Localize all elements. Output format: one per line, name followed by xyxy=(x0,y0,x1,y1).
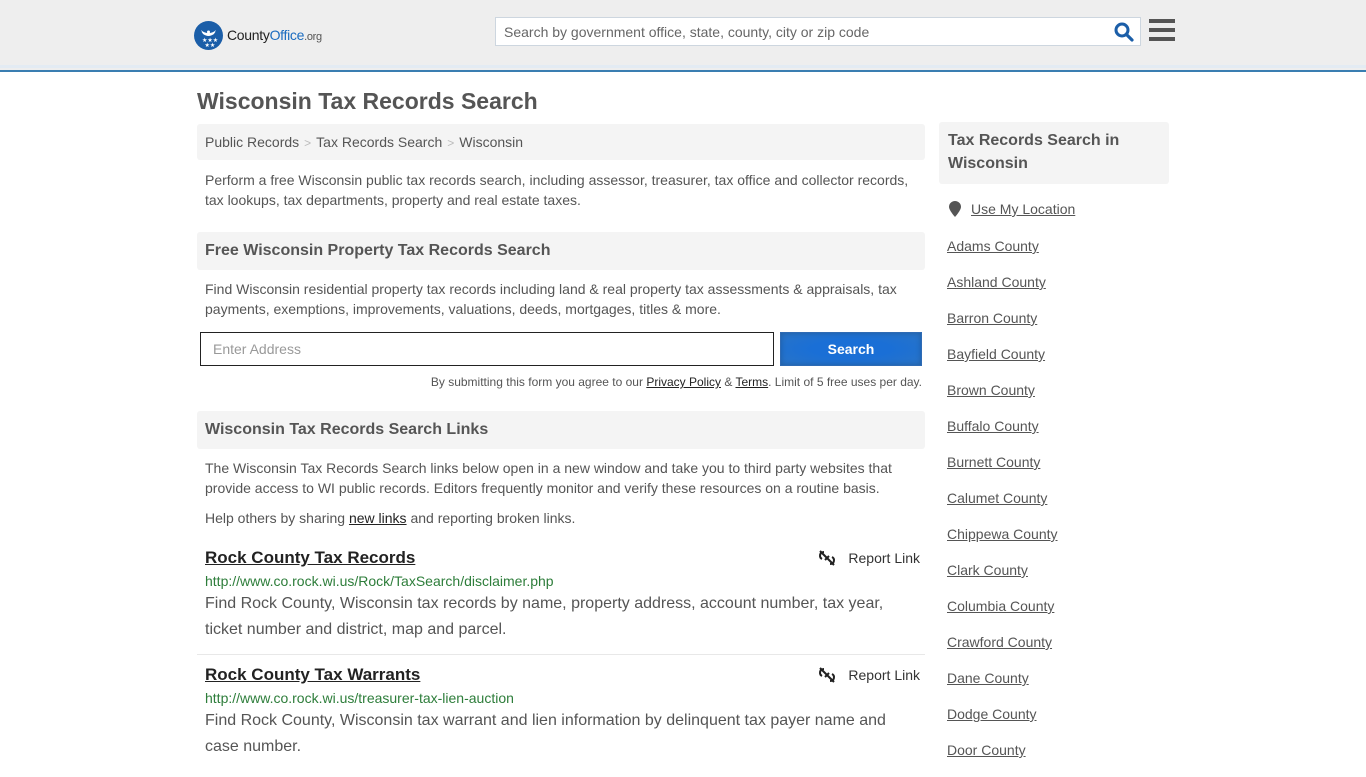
report-link-label: Report Link xyxy=(848,667,920,683)
county-list-item: Crawford County xyxy=(947,633,1058,669)
form-disclaimer: By submitting this form you agree to our… xyxy=(431,375,922,389)
disclaimer-prefix: By submitting this form you agree to our xyxy=(430,375,647,389)
broken-link-icon xyxy=(819,667,836,683)
menu-bar xyxy=(1149,37,1175,41)
links-section-heading: Wisconsin Tax Records Search Links xyxy=(197,411,925,449)
links-section-description: The Wisconsin Tax Records Search links b… xyxy=(205,460,892,496)
county-link[interactable]: Dodge County xyxy=(947,706,1037,722)
county-list-item: Burnett County xyxy=(947,453,1058,489)
county-link[interactable]: Dane County xyxy=(947,670,1029,686)
address-input[interactable] xyxy=(200,332,774,366)
terms-link[interactable]: Terms xyxy=(735,375,768,389)
county-list-item: Ashland County xyxy=(947,273,1058,309)
site-header: ★★★ ★★ CountyOffice.org xyxy=(0,0,1366,72)
privacy-policy-link[interactable]: Privacy Policy xyxy=(646,375,721,389)
county-link[interactable]: Bayfield County xyxy=(947,346,1045,362)
help-prefix: Help others by sharing xyxy=(205,510,349,526)
logo-text-office: Office xyxy=(269,27,305,43)
site-search-input[interactable] xyxy=(496,18,1106,45)
search-icon[interactable] xyxy=(1114,22,1134,42)
broken-link-icon xyxy=(819,550,836,566)
county-list-item: Columbia County xyxy=(947,597,1058,633)
report-link-label: Report Link xyxy=(848,550,920,566)
hamburger-menu-icon[interactable] xyxy=(1149,19,1175,43)
report-link-button[interactable]: Report Link xyxy=(818,549,920,567)
county-link[interactable]: Buffalo County xyxy=(947,418,1039,434)
result-description: Find Rock County, Wisconsin tax records … xyxy=(205,595,884,638)
result-url: http://www.co.rock.wi.us/Rock/TaxSearch/… xyxy=(205,573,554,589)
use-my-location[interactable]: Use My Location xyxy=(949,201,1075,217)
disclaimer-amp: & xyxy=(721,375,736,389)
svg-text:★★: ★★ xyxy=(205,42,216,49)
help-text: Help others by sharing new links and rep… xyxy=(205,508,920,528)
county-link[interactable]: Burnett County xyxy=(947,454,1040,470)
breadcrumb-wisconsin[interactable]: Wisconsin xyxy=(459,134,523,150)
county-list-item: Bayfield County xyxy=(947,345,1058,381)
county-list-item: Adams County xyxy=(947,237,1058,273)
logo-text-org: .org xyxy=(304,31,322,43)
page-title: Wisconsin Tax Records Search xyxy=(197,88,538,114)
help-suffix: and reporting broken links. xyxy=(406,510,576,526)
map-marker-icon xyxy=(949,201,961,217)
sidebar-heading: Tax Records Search in Wisconsin xyxy=(939,122,1169,184)
result-title-link[interactable]: Rock County Tax Records xyxy=(205,548,415,568)
use-my-location-link[interactable]: Use My Location xyxy=(971,201,1075,217)
logo-text-county: County xyxy=(227,27,270,43)
site-search-box xyxy=(495,17,1141,46)
result-item: Rock County Tax Records Report Link http… xyxy=(205,548,920,643)
logo-text: CountyOffice.org xyxy=(227,27,322,43)
county-link[interactable]: Brown County xyxy=(947,382,1035,398)
breadcrumb-public-records[interactable]: Public Records xyxy=(205,134,299,150)
breadcrumb-separator: > xyxy=(304,136,312,150)
county-list-item: Barron County xyxy=(947,309,1058,345)
property-search-heading: Free Wisconsin Property Tax Records Sear… xyxy=(197,232,925,270)
county-link[interactable]: Barron County xyxy=(947,310,1037,326)
county-list-item: Calumet County xyxy=(947,489,1058,525)
site-logo[interactable]: ★★★ ★★ CountyOffice.org xyxy=(194,20,322,50)
county-list-item: Dane County xyxy=(947,669,1058,705)
property-search-description: Find Wisconsin residential property tax … xyxy=(205,281,897,317)
breadcrumb-tax-records-search[interactable]: Tax Records Search xyxy=(316,134,442,150)
report-link-button[interactable]: Report Link xyxy=(818,666,920,684)
county-list-item: Door County xyxy=(947,741,1058,777)
breadcrumb: Public Records > Tax Records Search > Wiscon… xyxy=(197,124,925,160)
result-item: Rock County Tax Warrants Report Link htt… xyxy=(205,665,920,760)
intro-text: Perform a free Wisconsin public tax reco… xyxy=(205,172,909,208)
county-link[interactable]: Chippewa County xyxy=(947,526,1058,542)
county-link[interactable]: Columbia County xyxy=(947,598,1054,614)
county-list-item: Clark County xyxy=(947,561,1058,597)
new-links-link[interactable]: new links xyxy=(349,510,407,526)
county-list-item: Buffalo County xyxy=(947,417,1058,453)
county-list-item: Chippewa County xyxy=(947,525,1058,561)
menu-bar xyxy=(1149,19,1175,23)
county-list-item: Dodge County xyxy=(947,705,1058,741)
county-list-item: Brown County xyxy=(947,381,1058,417)
menu-bar xyxy=(1149,28,1175,32)
county-list: Adams County Ashland County Barron Count… xyxy=(947,237,1058,777)
county-link[interactable]: Ashland County xyxy=(947,274,1046,290)
county-link[interactable]: Calumet County xyxy=(947,490,1047,506)
county-link[interactable]: Door County xyxy=(947,742,1026,758)
county-link[interactable]: Adams County xyxy=(947,238,1039,254)
result-url: http://www.co.rock.wi.us/treasurer-tax-l… xyxy=(205,690,514,706)
county-link[interactable]: Clark County xyxy=(947,562,1028,578)
result-title-link[interactable]: Rock County Tax Warrants xyxy=(205,665,420,685)
eagle-logo-icon: ★★★ ★★ xyxy=(194,20,223,50)
result-description: Find Rock County, Wisconsin tax warrant … xyxy=(205,712,886,755)
result-divider xyxy=(197,654,925,655)
breadcrumb-separator: > xyxy=(447,136,455,150)
disclaimer-suffix: . Limit of 5 free uses per day. xyxy=(768,375,922,389)
address-search-button[interactable]: Search xyxy=(780,332,922,366)
county-link[interactable]: Crawford County xyxy=(947,634,1052,650)
